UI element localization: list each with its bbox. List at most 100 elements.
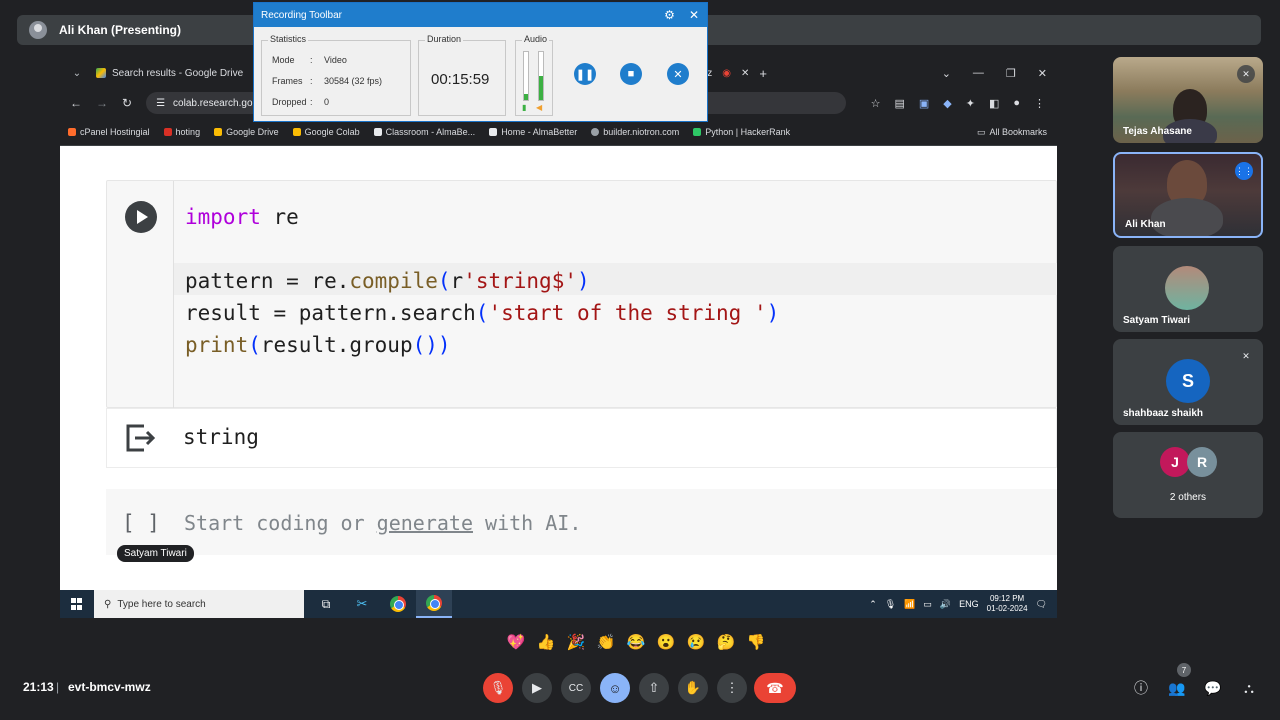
participant-tile-ali-khan[interactable]: ⋮⋮ Ali Khan xyxy=(1113,152,1263,238)
run-cell-button[interactable] xyxy=(125,201,157,233)
captions-button[interactable]: CC xyxy=(561,673,591,703)
empty-code-cell[interactable]: [ ] Start coding or generate with AI. xyxy=(106,489,1057,555)
speaker-level-icon: ◀ xyxy=(536,103,543,112)
notifications-icon[interactable]: 🗨 xyxy=(1036,599,1047,610)
bookmark-star-icon[interactable]: ☆ xyxy=(871,97,881,110)
bookmark-google-colab[interactable]: Google Colab xyxy=(292,126,360,137)
reaction-heart[interactable]: 💖 xyxy=(505,632,527,654)
hackerrank-icon xyxy=(693,127,702,136)
volume-icon[interactable]: 🔊 xyxy=(940,599,951,610)
chat-button[interactable]: 💬 xyxy=(1202,677,1224,699)
back-icon[interactable]: ← xyxy=(70,96,82,110)
reaction-thinking[interactable]: 🤔 xyxy=(715,632,737,654)
code-token: 'start of the string ' xyxy=(488,301,767,325)
translate-icon[interactable]: ▣ xyxy=(919,97,929,110)
browser-tab-partial[interactable]: wz ◉ ✕ + xyxy=(700,58,767,88)
taskbar-clock[interactable]: 09:12 PM 01-02-2024 xyxy=(987,594,1028,614)
code-editor[interactable]: import re pattern = re.compile(r'string$… xyxy=(185,201,779,361)
activities-icon: ⛬ xyxy=(1244,679,1254,696)
generate-link[interactable]: generate xyxy=(377,511,473,535)
pause-recording-button[interactable]: ❚❚ xyxy=(574,63,596,85)
kebab-menu-icon[interactable]: ⋮ xyxy=(1034,97,1045,110)
placeholder-prefix: Start coding or xyxy=(184,511,377,535)
bookmark-hackerrank[interactable]: Python | HackerRank xyxy=(693,127,790,137)
reactions-button[interactable]: ☺ xyxy=(600,673,630,703)
browser-tab-drive[interactable]: Search results - Google Drive ✕ xyxy=(88,58,274,88)
settings-gear-icon[interactable]: ⚙ xyxy=(664,8,675,22)
bookmark-home-almabetter[interactable]: Home - AlmaBetter xyxy=(489,127,577,137)
stat-frames: Frames: 30584 (32 fps) xyxy=(272,76,382,86)
side-panel-icon[interactable]: ◧ xyxy=(989,97,999,110)
chevron-down-icon[interactable]: ⌄ xyxy=(942,67,951,80)
minimize-icon[interactable]: — xyxy=(973,67,984,79)
extension-icon[interactable]: ▤ xyxy=(894,97,904,110)
all-bookmarks[interactable]: ▭ All Bookmarks xyxy=(977,118,1047,146)
people-icon: 👥 xyxy=(1168,679,1186,696)
leave-call-button[interactable]: ☎ xyxy=(754,673,796,703)
reaction-clap[interactable]: 👏 xyxy=(595,632,617,654)
extensions-puzzle-icon[interactable]: ✦ xyxy=(966,97,975,110)
people-button[interactable]: 👥 xyxy=(1166,677,1188,699)
reaction-thumbs-up[interactable]: 👍 xyxy=(535,632,557,654)
restore-icon[interactable]: ❐ xyxy=(1006,67,1016,80)
close-icon[interactable]: ✕ xyxy=(689,8,699,22)
participant-tile-others[interactable]: J R 2 others xyxy=(1113,432,1263,518)
raise-hand-button[interactable]: ✋ xyxy=(678,673,708,703)
participant-avatar xyxy=(1165,266,1209,310)
reaction-party[interactable]: 🎉 xyxy=(565,632,587,654)
wifi-icon[interactable]: 📶 xyxy=(904,599,915,610)
cell-gutter xyxy=(173,181,174,409)
present-screen-button[interactable]: ⇧ xyxy=(639,673,669,703)
tab-search-chevron-icon[interactable]: ⌄ xyxy=(66,68,88,79)
participant-tile-shahbaaz[interactable]: S ✕ shahbaaz shaikh xyxy=(1113,339,1263,425)
stop-recording-button[interactable]: ■ xyxy=(620,63,642,85)
language-indicator[interactable]: ENG xyxy=(959,599,979,609)
reaction-sad[interactable]: 😢 xyxy=(685,632,707,654)
reaction-thumbs-down[interactable]: 👎 xyxy=(745,632,767,654)
chrome-active-icon[interactable] xyxy=(416,590,452,618)
taskbar-search[interactable]: ⚲ Type here to search xyxy=(94,590,304,618)
snipping-tool-icon[interactable]: ✂ xyxy=(344,590,380,618)
participant-tile-satyam[interactable]: Satyam Tiwari xyxy=(1113,246,1263,332)
forward-icon[interactable]: → xyxy=(96,96,108,110)
new-tab-icon[interactable]: + xyxy=(759,66,767,81)
placeholder-suffix: with AI. xyxy=(472,511,582,535)
bookmark-label: Google Colab xyxy=(304,126,360,137)
profile-avatar-icon[interactable]: ● xyxy=(1013,97,1020,109)
participant-avatar: S xyxy=(1166,359,1210,403)
bookmark-google-drive[interactable]: Google Drive xyxy=(214,127,279,137)
extension-icon-2[interactable]: ◆ xyxy=(943,97,951,110)
battery-icon[interactable]: ▭ xyxy=(923,599,932,610)
chevron-up-icon[interactable]: ⌃ xyxy=(869,599,877,610)
task-view-icon[interactable]: ⧉ xyxy=(308,590,344,618)
globe-icon xyxy=(591,127,600,136)
google-drive-icon xyxy=(96,68,106,78)
chrome-icon[interactable] xyxy=(380,590,416,618)
meeting-details-button[interactable]: ⓘ xyxy=(1130,677,1152,699)
cancel-recording-button[interactable]: ✕ xyxy=(667,63,689,85)
microphone-icon[interactable]: 🎙 xyxy=(885,599,896,610)
mic-off-button[interactable]: 🎙 xyxy=(483,673,513,703)
participant-tile-tejas[interactable]: ✕ Tejas Ahasane xyxy=(1113,57,1263,143)
bookmark-cpanel[interactable]: cPanel Hostingial xyxy=(68,127,150,137)
stat-key: Frames xyxy=(272,76,303,86)
reaction-laugh[interactable]: 😂 xyxy=(625,632,647,654)
bookmark-classroom[interactable]: Classroom - AlmaBe... xyxy=(373,127,475,137)
mic-level-icon: ▮ xyxy=(522,103,527,112)
reaction-surprised[interactable]: 😮 xyxy=(655,632,677,654)
bookmark-hoting[interactable]: hoting xyxy=(163,127,200,137)
site-info-icon[interactable]: ☰ xyxy=(156,98,165,109)
activities-button[interactable]: ⛬ xyxy=(1238,677,1260,699)
participant-avatar-j: J xyxy=(1160,447,1190,477)
output-icon[interactable] xyxy=(124,423,156,453)
close-window-icon[interactable]: ✕ xyxy=(1038,67,1047,80)
code-cell[interactable]: import re pattern = re.compile(r'string$… xyxy=(106,180,1057,409)
duration-label: Duration xyxy=(425,34,464,44)
windows-start-icon[interactable] xyxy=(60,590,94,618)
reload-icon[interactable]: ↻ xyxy=(122,96,132,110)
camera-button[interactable]: ▶ xyxy=(522,673,552,703)
close-tab-icon[interactable]: ✕ xyxy=(741,68,749,79)
presenter-avatar xyxy=(29,21,47,39)
more-options-button[interactable]: ⋮ xyxy=(717,673,747,703)
bookmark-niotron[interactable]: builder.niotron.com xyxy=(591,127,679,137)
